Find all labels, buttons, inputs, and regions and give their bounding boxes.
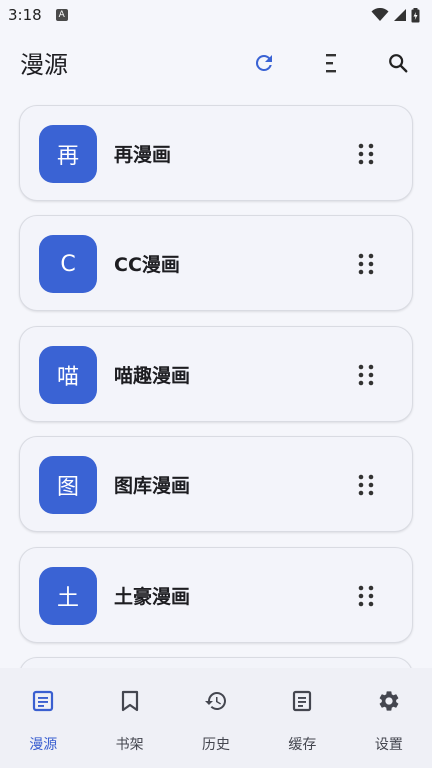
drag-handle-icon [358, 474, 374, 496]
status-bar: 3:18 A [0, 0, 432, 30]
source-name: CC漫画 [114, 254, 180, 276]
source-card[interactable]: 土 土豪漫画 [19, 547, 413, 643]
more-options-button[interactable] [354, 363, 378, 387]
nav-item-cache[interactable]: 缓存 [259, 668, 345, 768]
drag-handle-icon [358, 143, 374, 165]
source-card[interactable]: 喵 喵趣漫画 [19, 326, 413, 422]
document-icon [289, 688, 315, 714]
nav-label: 设置 [374, 737, 403, 753]
source-avatar: 土 [39, 567, 97, 625]
source-avatar: 再 [39, 125, 97, 183]
page-title: 漫源 [20, 50, 68, 79]
bookmark-icon [117, 688, 143, 714]
drag-handle-icon [358, 585, 374, 607]
signal-icon [394, 9, 406, 21]
sort-icon [326, 54, 336, 73]
nav-item-history[interactable]: 历史 [173, 668, 259, 768]
history-icon [203, 688, 229, 714]
source-name: 再漫画 [114, 144, 172, 166]
gear-icon [376, 688, 402, 714]
nav-label: 书架 [115, 737, 144, 753]
source-card[interactable]: 图 图库漫画 [19, 436, 413, 532]
more-options-button[interactable] [354, 252, 378, 276]
search-button[interactable] [385, 50, 411, 76]
wifi-icon [371, 8, 389, 21]
nav-label: 漫源 [29, 737, 58, 753]
source-avatar: C [39, 235, 97, 293]
refresh-icon [255, 54, 272, 71]
source-name: 喵趣漫画 [114, 365, 191, 387]
more-options-button[interactable] [354, 142, 378, 166]
status-time: 3:18 [8, 6, 42, 24]
source-avatar: 图 [39, 456, 97, 514]
bottom-navigation: 漫源 书架 历史 缓存 设置 [0, 668, 432, 768]
article-icon [30, 688, 56, 714]
drag-handle-icon [358, 364, 374, 386]
notification-icon: A [55, 9, 68, 21]
source-name: 土豪漫画 [114, 586, 191, 608]
search-icon [389, 54, 408, 73]
source-name: 图库漫画 [114, 475, 191, 497]
nav-item-settings[interactable]: 设置 [346, 668, 432, 768]
more-options-button[interactable] [354, 473, 378, 497]
drag-handle-icon [358, 253, 374, 275]
top-app-bar: 漫源 [0, 30, 432, 94]
more-options-button[interactable] [354, 584, 378, 608]
nav-label: 缓存 [288, 737, 317, 753]
battery-icon [411, 7, 420, 22]
nav-item-sources[interactable]: 漫源 [0, 668, 86, 768]
source-card[interactable]: 再 再漫画 [19, 105, 413, 201]
nav-item-bookshelf[interactable]: 书架 [86, 668, 172, 768]
refresh-button[interactable] [251, 50, 277, 76]
source-card[interactable]: C CC漫画 [19, 215, 413, 311]
nav-label: 历史 [202, 737, 231, 753]
source-avatar: 喵 [39, 346, 97, 404]
status-icons [371, 7, 420, 23]
sort-button[interactable] [317, 50, 343, 76]
